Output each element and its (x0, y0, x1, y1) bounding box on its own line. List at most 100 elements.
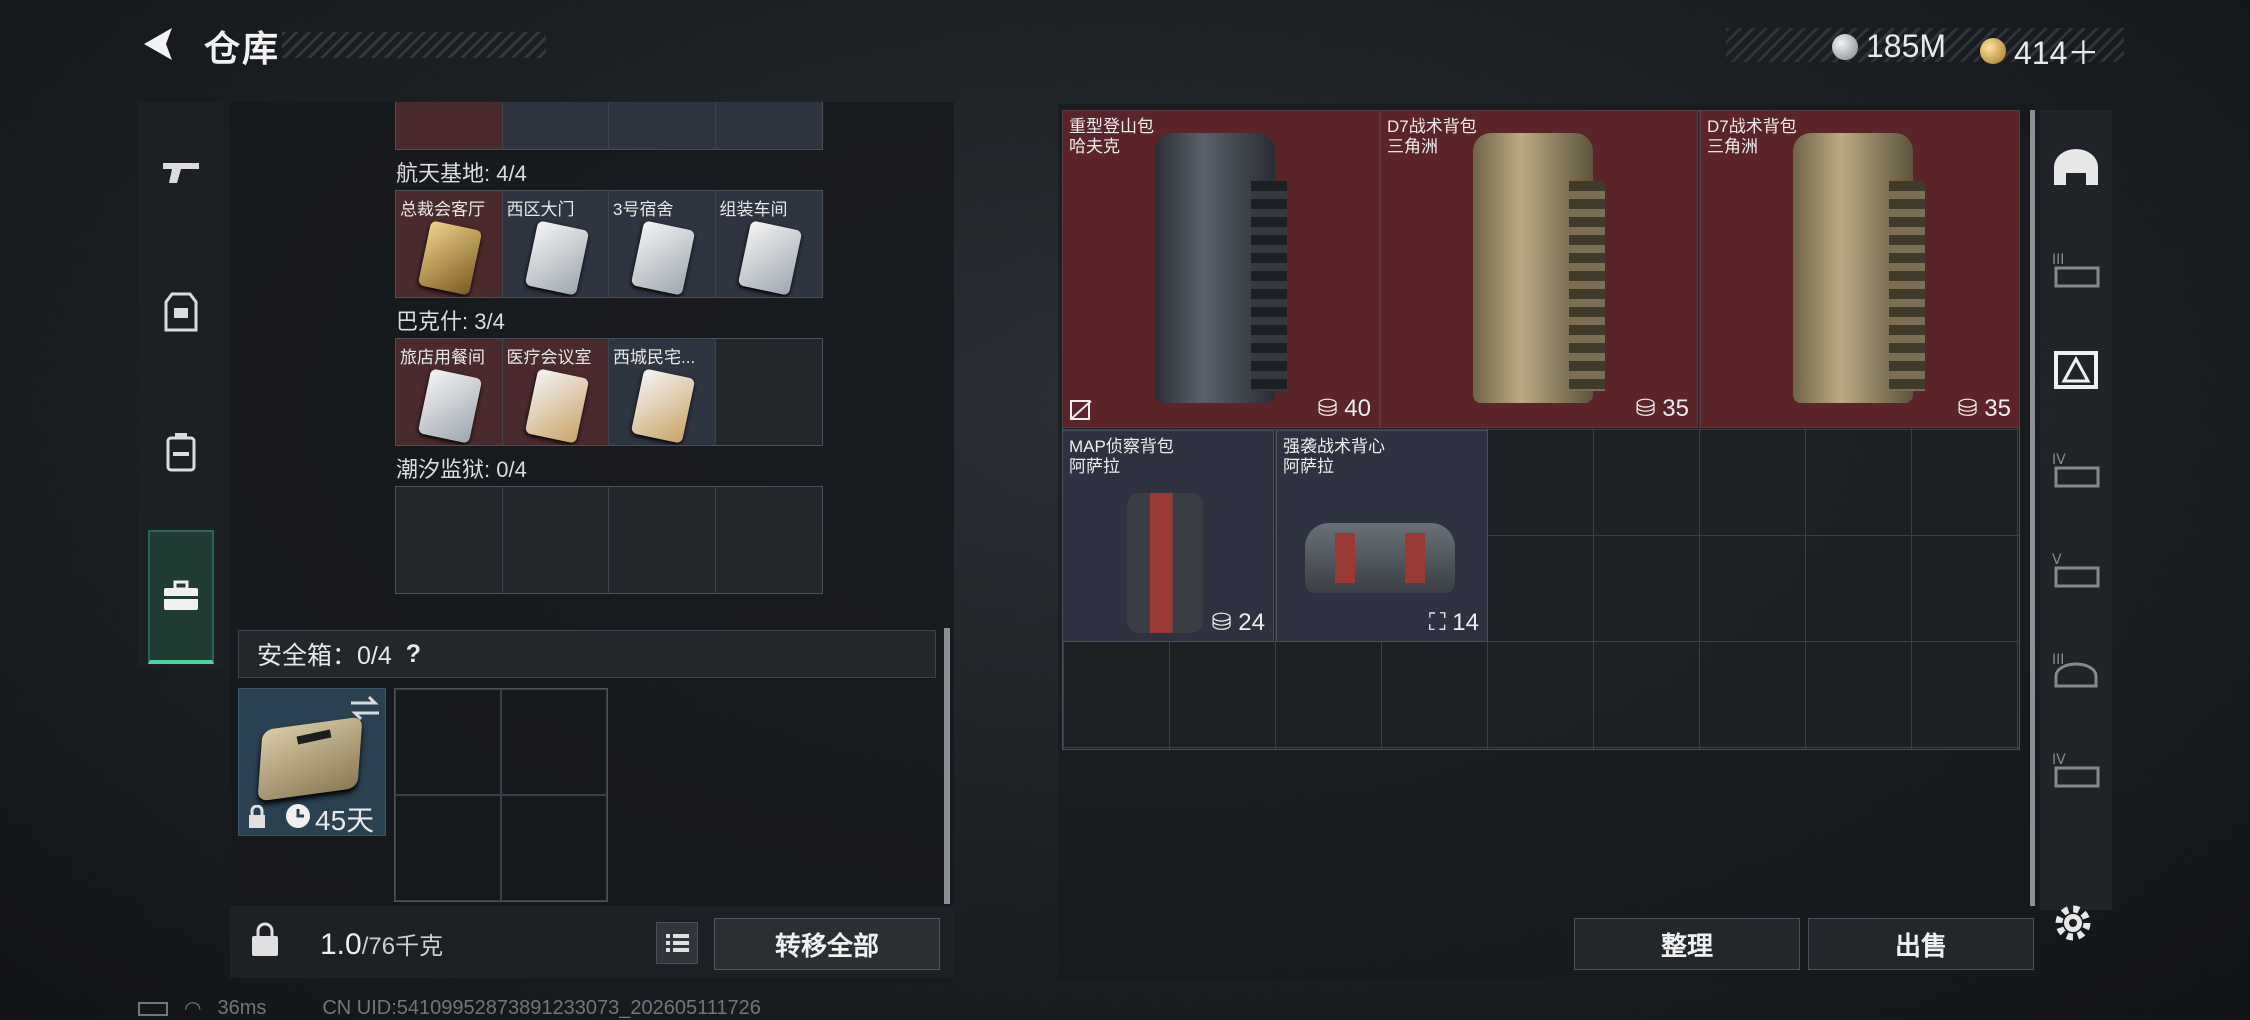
list-view-button[interactable] (656, 922, 698, 964)
key-slot[interactable] (502, 102, 609, 149)
keycard-icon (630, 220, 696, 296)
stash-item[interactable]: D7战术背包 三角洲 ⛁ 35 (1380, 110, 1698, 428)
key-name: 旅店用餐间 (400, 348, 485, 367)
gold-currency[interactable]: 414＋ (1980, 28, 2099, 74)
stash-item[interactable]: MAP侦察背包 阿萨拉 ⛁ 24 (1062, 430, 1274, 642)
key-slot[interactable]: 总裁会客厅 (396, 191, 503, 297)
filter-tier-3-helmet[interactable]: III (2040, 620, 2112, 720)
item-capacity: 24 (1238, 609, 1265, 636)
no-insure-icon (1070, 400, 1092, 420)
filter-rig[interactable] (2040, 320, 2112, 420)
nav-armor-tab[interactable] (138, 242, 224, 382)
stash-item[interactable]: D7战术背包 三角洲 ⛁ 35 (1700, 110, 2020, 428)
item-capacity: 35 (1984, 395, 2011, 422)
stash-item[interactable]: 强袭战术背心 阿萨拉 ⛶ 14 (1276, 430, 1488, 642)
help-icon[interactable]: ? (406, 640, 421, 669)
key-slot[interactable]: 医疗会议室 (502, 339, 609, 445)
weight-readout: 1.0/76千克 (320, 926, 443, 962)
key-grid-aerospace: 总裁会客厅 西区大门 3号宿舍 组装车间 (395, 190, 823, 298)
item-name: 强袭战术背心 (1283, 437, 1385, 456)
keycard-icon (630, 368, 696, 444)
filter-tier-3-armor[interactable]: III (2040, 220, 2112, 320)
filter-tier-4-armor[interactable]: IV (2040, 420, 2112, 520)
key-slot[interactable] (715, 102, 822, 149)
group-label-tidal-prison: 潮汐监狱: 0/4 (396, 457, 527, 482)
item-name: D7战术背包 (1707, 117, 1797, 136)
group-label-aerospace: 航天基地: 4/4 (396, 161, 527, 186)
armor-tier-V-icon: V (2052, 552, 2100, 588)
settings-gear-icon[interactable] (2050, 900, 2096, 946)
safe-slot[interactable] (395, 795, 501, 901)
backpack-icon (166, 433, 196, 472)
item-name: MAP侦察背包 (1069, 437, 1174, 456)
left-category-nav (138, 102, 224, 668)
group-label-bakhsh: 巴克什: 3/4 (396, 309, 505, 334)
page-title: 仓库 (204, 28, 281, 69)
key-slot[interactable]: 西城民宅... (609, 339, 716, 445)
keycard-icon (737, 220, 802, 296)
backpack-image (1127, 493, 1203, 633)
nav-backpack-tab[interactable] (138, 382, 224, 522)
key-name: 组装车间 (719, 200, 788, 219)
key-slot[interactable] (396, 102, 503, 149)
key-slot-empty[interactable] (502, 487, 609, 593)
keycard-icon (524, 220, 589, 296)
key-slot[interactable] (609, 102, 716, 149)
key-grid-tidal-prison (395, 486, 823, 594)
key-name: 3号宿舍 (613, 200, 674, 219)
armor-icon: ⛶ (1428, 609, 1453, 636)
safe-slot[interactable] (501, 795, 607, 901)
svg-text:IV: IV (2052, 752, 2066, 768)
key-slot-empty[interactable] (715, 339, 822, 445)
stash-scrollbar[interactable] (2030, 110, 2035, 906)
case-duration: 45天 (315, 805, 375, 836)
nav-case-tab[interactable] (148, 530, 214, 664)
toolbox-icon (164, 580, 198, 610)
vest-icon (164, 292, 198, 332)
key-slot[interactable]: 组装车间 (715, 191, 822, 297)
key-row-partial (395, 102, 823, 150)
scrollbar[interactable] (944, 628, 950, 904)
filter-helmet[interactable] (2040, 118, 2112, 218)
key-slot[interactable]: 西区大门 (502, 191, 609, 297)
title-decoration (282, 32, 546, 58)
safe-box-header: 安全箱：0/4 ? (238, 630, 936, 678)
keycard-icon (417, 368, 483, 444)
weight-lock-icon[interactable] (250, 922, 280, 958)
backpack-strap (1569, 181, 1605, 391)
safe-box-item[interactable]: 45天 (238, 688, 386, 836)
vest-strap (1405, 533, 1425, 583)
key-slot-empty[interactable] (396, 487, 503, 593)
nav-weapon-tab[interactable] (138, 102, 224, 242)
weight-icon: ⛁ (1957, 395, 1985, 422)
arrange-button[interactable]: 整理 (1574, 918, 1800, 970)
filter-tier-4-case[interactable]: IV (2040, 720, 2112, 820)
safe-slot[interactable] (395, 689, 501, 795)
key-slot[interactable]: 3号宿舍 (609, 191, 716, 297)
transfer-all-button[interactable]: 转移全部 (714, 918, 940, 970)
lock-icon (249, 805, 265, 828)
silver-currency: 185M (1832, 28, 1946, 65)
sell-button[interactable]: 出售 (1808, 918, 2034, 970)
key-slot-empty[interactable] (609, 487, 716, 593)
silver-coin-icon (1832, 33, 1858, 60)
safe-box-label: 安全箱：0/4 (257, 642, 392, 670)
weight-max: /76千克 (361, 933, 444, 960)
weight-current: 1.0 (320, 928, 362, 961)
filter-tier-5-armor[interactable]: V (2040, 520, 2112, 620)
weight-icon: ⛁ (1211, 609, 1239, 636)
backpack-strap (1889, 181, 1925, 391)
key-slot[interactable]: 旅店用餐间 (396, 339, 503, 445)
key-name: 西城民宅... (613, 348, 696, 367)
item-capacity: 35 (1662, 395, 1689, 422)
item-name: 重型登山包 (1069, 117, 1154, 136)
helmet-tier-III-icon: III (2052, 652, 2098, 688)
stash-item[interactable]: 重型登山包 哈夫克 ⛁ 40 (1062, 110, 1380, 428)
key-name: 医疗会议室 (506, 348, 592, 367)
key-slot-empty[interactable] (715, 487, 822, 593)
armor-tier-IV-icon: IV (2052, 452, 2100, 488)
safe-slot[interactable] (501, 689, 607, 795)
case-image (257, 716, 363, 802)
battery-icon (138, 1001, 168, 1016)
back-arrow-icon[interactable] (136, 22, 180, 66)
